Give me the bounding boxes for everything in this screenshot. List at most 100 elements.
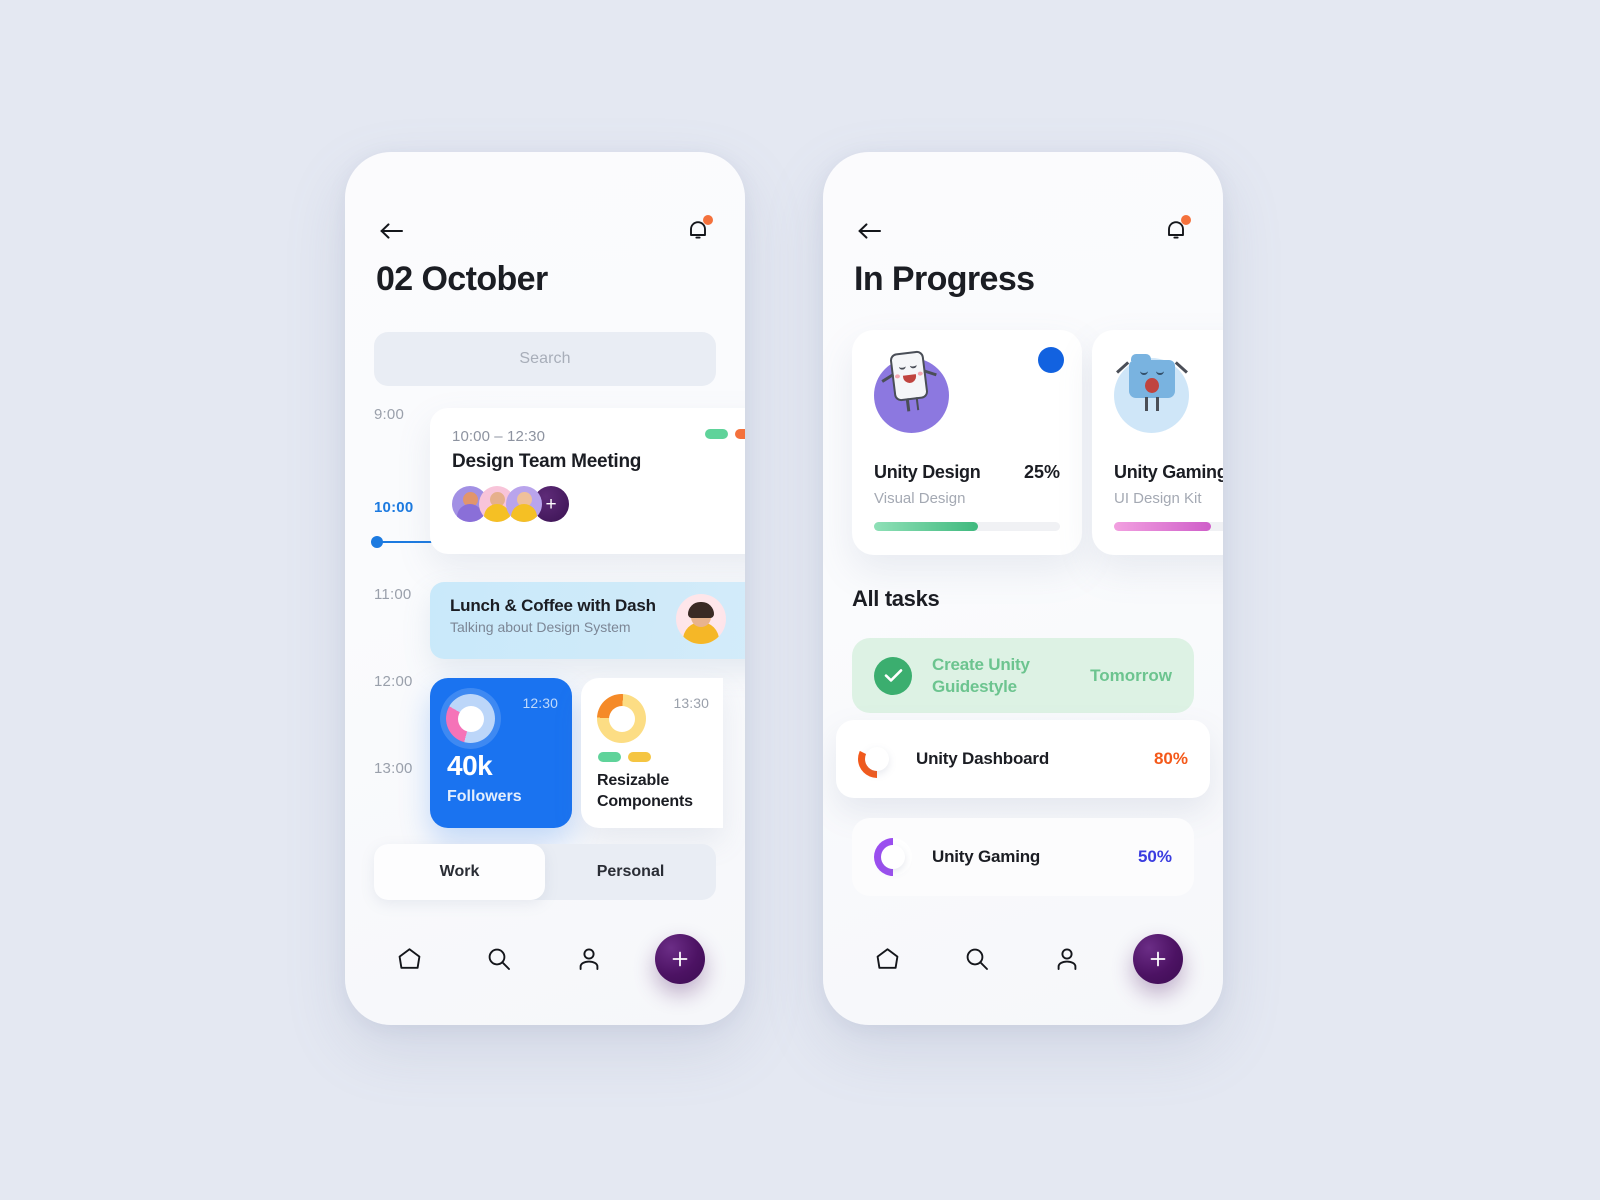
profile-icon: [1057, 948, 1077, 970]
timeline: 9:00 10:00 11:00 12:00 13:00 10:00 – 12:…: [345, 406, 745, 828]
search-icon: [488, 948, 510, 970]
folder-character-icon: [1114, 354, 1189, 433]
resizable-card-time: 13:30: [673, 695, 709, 711]
followers-card-time: 12:30: [522, 695, 558, 711]
back-button[interactable]: [375, 214, 409, 248]
event-time: 10:00 – 12:30: [452, 428, 546, 445]
character-arm-right: [1175, 361, 1188, 374]
search-input[interactable]: Search: [374, 332, 716, 386]
task-title: Create Unity Guidestyle: [932, 655, 1030, 696]
character-eye-right: [1156, 371, 1164, 375]
character-leg-left: [905, 398, 910, 412]
task-meta: 50%: [1137, 847, 1172, 866]
resizable-title: Resizable Components: [597, 771, 693, 810]
page-title: 02 October: [376, 260, 548, 298]
donut-80-icon: [858, 740, 896, 778]
resizable-tags: [598, 752, 651, 762]
tag-pill-orange: [735, 429, 745, 439]
progress-card-unity-gaming[interactable]: Unity Gaming UI Design Kit: [1092, 330, 1223, 555]
avatar[interactable]: [506, 486, 542, 522]
phone-screen-schedule: 02 October Search 9:00 10:00 11:00 12:00…: [345, 152, 745, 1025]
toggle-option-personal[interactable]: Personal: [545, 844, 716, 900]
progress-bar-track: [874, 522, 1060, 531]
timeline-hour-4: 13:00: [374, 760, 413, 777]
work-personal-toggle[interactable]: Work Personal: [374, 844, 716, 900]
timeline-hour-2: 11:00: [374, 586, 412, 603]
progress-card-title: Unity Gaming: [1114, 462, 1223, 482]
progress-card-header: Unity Gaming: [1114, 462, 1223, 483]
character-eye-left: [898, 365, 907, 371]
in-progress-card-list[interactable]: Unity Design 25% Visual Design Unity Gam…: [852, 330, 1223, 555]
section-title-all-tasks: All tasks: [852, 586, 940, 611]
progress-card-header: Unity Design 25%: [874, 462, 1060, 483]
add-task-fab[interactable]: [1133, 934, 1183, 984]
timeline-hour-1: 10:00: [374, 499, 414, 516]
left-topbar: [375, 214, 715, 248]
followers-card[interactable]: 12:30 40k Followers: [430, 678, 572, 828]
nav-profile-button[interactable]: [1043, 935, 1091, 983]
home-icon: [876, 948, 898, 969]
check-glyph-icon: [884, 669, 902, 682]
resizable-components-card[interactable]: 13:30 Resizable Components: [581, 678, 723, 828]
progress-bar-track: [1114, 522, 1223, 531]
add-task-fab[interactable]: [655, 934, 705, 984]
task-row-unity-gaming[interactable]: Unity Gaming 50%: [852, 818, 1194, 896]
tag-pill-green: [598, 752, 621, 762]
character-eye-right: [909, 363, 918, 369]
toggle-option-work[interactable]: Work: [374, 844, 545, 900]
notification-badge: [1181, 215, 1191, 225]
character-cheek-right: [917, 371, 924, 376]
progress-card-unity-design[interactable]: Unity Design 25% Visual Design: [852, 330, 1082, 555]
phone-character-icon: [874, 350, 949, 433]
character-leg-right: [1156, 397, 1159, 411]
current-time-dot: [371, 536, 383, 548]
event-title: Design Team Meeting: [452, 451, 642, 472]
event-card-meeting[interactable]: 10:00 – 12:30 Design Team Meeting +: [430, 408, 745, 554]
folder-tab: [1131, 354, 1151, 361]
progress-card-title: Unity Design: [874, 462, 981, 482]
avatar-dash: [676, 594, 726, 644]
notifications-button[interactable]: [1159, 214, 1193, 248]
progress-bar-fill: [1114, 522, 1211, 531]
progress-card-percent: 25%: [1023, 462, 1060, 482]
check-icon: [874, 656, 912, 695]
nav-home-button[interactable]: [863, 935, 911, 983]
nav-home-button[interactable]: [385, 935, 433, 983]
page-title: In Progress: [854, 260, 1035, 298]
donut-pink-icon: [446, 694, 495, 743]
nav-profile-button[interactable]: [565, 935, 613, 983]
event-card-lunch[interactable]: Lunch & Coffee with Dash Talking about D…: [430, 582, 745, 659]
phone-character-body: [881, 350, 937, 412]
right-screen: In Progress Unity Design 25% Visual Desi…: [823, 152, 1223, 1025]
task-title: Unity Dashboard: [916, 749, 1050, 769]
progress-card-subtitle: UI Design Kit: [1114, 490, 1202, 507]
donut-orange-icon: [597, 694, 646, 743]
phone-screen-progress: In Progress Unity Design 25% Visual Desi…: [823, 152, 1223, 1025]
attendee-avatars: +: [452, 486, 745, 522]
character-arm-left: [1116, 361, 1129, 374]
character-mouth: [902, 374, 917, 384]
avatar-body: [511, 504, 537, 522]
left-bottom-nav: [345, 909, 745, 1025]
notifications-button[interactable]: [681, 214, 715, 248]
task-row-create-unity-guidestyle[interactable]: Create Unity Guidestyle Tomorrow: [852, 638, 1194, 713]
task-row-unity-dashboard[interactable]: Unity Dashboard 80%: [836, 720, 1210, 798]
character-eye-left: [1140, 371, 1148, 375]
back-button[interactable]: [853, 214, 887, 248]
status-badge: [1038, 347, 1064, 373]
task-meta: 80%: [1153, 749, 1188, 768]
event-tags: [705, 429, 745, 439]
profile-icon: [579, 948, 599, 970]
tag-pill-yellow: [628, 752, 651, 762]
nav-search-button[interactable]: [475, 935, 523, 983]
right-topbar: [853, 214, 1193, 248]
nav-search-button[interactable]: [953, 935, 1001, 983]
home-icon: [398, 948, 420, 969]
character-leg-right: [915, 397, 920, 411]
followers-label: Followers: [447, 788, 522, 805]
notification-badge: [703, 215, 713, 225]
avatar-hair: [688, 602, 714, 618]
right-bottom-nav: [823, 909, 1223, 1025]
character-mouth: [1145, 378, 1159, 393]
donut-50-icon: [874, 838, 912, 876]
